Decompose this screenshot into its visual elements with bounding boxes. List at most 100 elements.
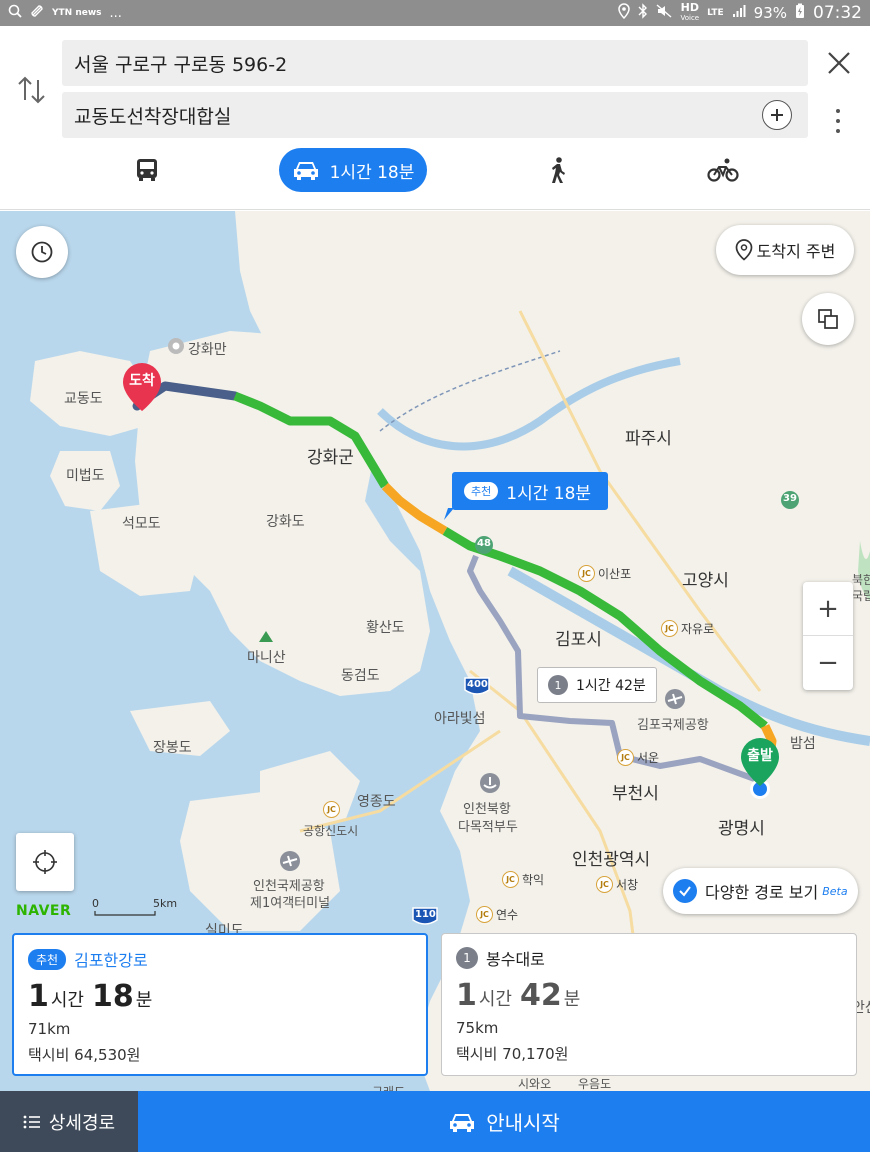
bluetooth-icon: [638, 3, 648, 23]
map-label: 황산도: [366, 620, 405, 636]
more-dot-icon: [836, 109, 840, 113]
start-marker[interactable]: 출발: [739, 736, 781, 788]
route-number-badge: 1: [456, 947, 478, 969]
map-label: 강화도: [266, 514, 305, 530]
map-view[interactable]: 강화만 교동도 강화군 파주시 미법도 석모도 강화도 고양시 김포시 황산도 …: [0, 211, 870, 1091]
swap-arrows-icon: [18, 76, 45, 104]
alternative-time: 1시간 42분: [576, 678, 646, 694]
zoom-out-button[interactable]: −: [803, 636, 853, 690]
airport-icon: [665, 689, 685, 709]
current-location-button[interactable]: [16, 833, 74, 891]
map-label: 김포국제공항: [637, 718, 709, 733]
map-label: 동검도: [341, 668, 380, 684]
junction-label: JC 이산포: [578, 565, 631, 582]
clock-time: 07:32: [813, 3, 862, 23]
route-distance: 71km: [28, 1020, 71, 1038]
battery-percent: 93%: [753, 4, 787, 22]
airport-icon: [280, 851, 300, 871]
alternative-route-bubble[interactable]: 1 1시간 42분: [537, 667, 657, 703]
map-label: 영종도: [357, 794, 396, 810]
map-label: 북한: [852, 573, 870, 587]
map-label: 우음도: [578, 1077, 612, 1091]
scale-bar: [94, 911, 156, 916]
add-waypoint-button[interactable]: [762, 100, 792, 130]
map-label: 고양시: [682, 571, 729, 591]
duration-minutes: 18: [92, 979, 134, 1014]
close-icon: [828, 52, 850, 74]
junction-label: JC 자유로: [661, 620, 714, 637]
start-navigation-label: 안내시작: [486, 1111, 560, 1135]
route-number-badge: 1: [548, 675, 568, 695]
transport-mode-tabs: 1시간 18분: [0, 148, 870, 196]
route-details-label: 상세경로: [48, 1112, 116, 1134]
more-dot-icon: [836, 119, 840, 123]
junction-label: JC 연수: [476, 906, 518, 923]
destination-marker[interactable]: 도착: [121, 361, 163, 413]
map-label: 제1여객터미널: [250, 896, 331, 911]
map-label: 인천북항: [463, 802, 511, 817]
map-label: 강화군: [307, 448, 354, 468]
duration-minutes-unit: 분: [563, 989, 581, 1010]
map-layers-button[interactable]: [802, 293, 854, 345]
map-label: 다목적부두: [458, 820, 518, 835]
car-icon: [450, 1113, 475, 1132]
tab-transit[interactable]: [126, 148, 168, 192]
map-label: 밤섬: [790, 736, 816, 752]
start-marker-label: 출발: [747, 748, 773, 764]
route-name: 김포한강로: [74, 951, 148, 970]
tab-car[interactable]: 1시간 18분: [279, 148, 427, 192]
zoom-controls: + −: [803, 582, 853, 690]
route-details-button[interactable]: 상세경로: [0, 1091, 138, 1152]
car-icon: [293, 162, 318, 180]
duration-minutes: 42: [520, 978, 562, 1013]
map-label: 시와오: [518, 1077, 552, 1091]
recommended-tag: 추천: [464, 482, 499, 500]
crosshair-icon: [33, 850, 57, 874]
port-icon: [480, 773, 500, 793]
road-shield-number: 110: [415, 909, 436, 920]
map-label: 아라빛섬: [434, 711, 486, 727]
bottom-action-bar: 상세경로 안내시작: [0, 1091, 870, 1152]
route-card-alternative[interactable]: 1 봉수대로 1 시간 42 분 75km 택시비 70,170원: [441, 933, 857, 1076]
hd-label: HD: [680, 1, 699, 14]
search-icon: [8, 4, 22, 22]
origin-input[interactable]: 서울 구로구 구로동 596-2: [62, 40, 808, 86]
destination-nearby-button[interactable]: 도착지 주변: [716, 225, 854, 275]
ganghwaman-icon: [168, 338, 184, 354]
route-duration: 1 시간 42 분: [456, 978, 842, 1013]
departure-time-button[interactable]: [16, 226, 68, 278]
various-routes-button[interactable]: 다양한 경로 보기 Beta: [663, 868, 858, 914]
destination-input[interactable]: 교동도선착장대합실: [62, 92, 808, 138]
plus-icon: [771, 109, 783, 121]
close-button[interactable]: [824, 48, 854, 78]
route-card-recommended[interactable]: 추천 김포한강로 1 시간 18 분 71km 택시비 64,530원: [12, 933, 428, 1076]
map-label: 교동도: [64, 391, 103, 407]
bus-icon: [137, 159, 157, 181]
duration-hours: 1: [28, 979, 49, 1014]
recommended-tag: 추천: [28, 948, 67, 970]
map-label: 구래도: [372, 1083, 405, 1091]
nearby-label: 도착지 주변: [756, 242, 836, 261]
junction-label: JC 서창: [596, 876, 638, 893]
battery-icon: [795, 3, 805, 23]
swap-origin-destination-button[interactable]: [14, 70, 50, 110]
road-shield-number: 48: [477, 538, 491, 549]
map-label: 강화만: [188, 342, 227, 358]
route-duration: 1 시간 18 분: [28, 979, 412, 1014]
tab-walk[interactable]: [540, 148, 576, 192]
ytn-news-label: YTN news: [52, 7, 102, 18]
tab-bicycle[interactable]: [702, 148, 744, 192]
bicycle-icon: [707, 158, 739, 182]
car-time-label: 1시간 18분: [329, 162, 415, 183]
road-shield-number: 39: [783, 493, 797, 504]
recommended-route-bubble[interactable]: 추천 1시간 18분: [452, 472, 608, 510]
map-label: 부천시: [612, 784, 659, 804]
map-label: 마니산: [247, 650, 286, 666]
more-options-button[interactable]: [828, 106, 848, 136]
junction-label: JC: [323, 801, 340, 818]
map-label: 석모도: [122, 516, 161, 532]
duration-minutes-unit: 분: [135, 990, 153, 1011]
start-navigation-button[interactable]: 안내시작: [138, 1091, 870, 1152]
location-icon: [618, 3, 631, 23]
zoom-in-button[interactable]: +: [803, 582, 853, 636]
